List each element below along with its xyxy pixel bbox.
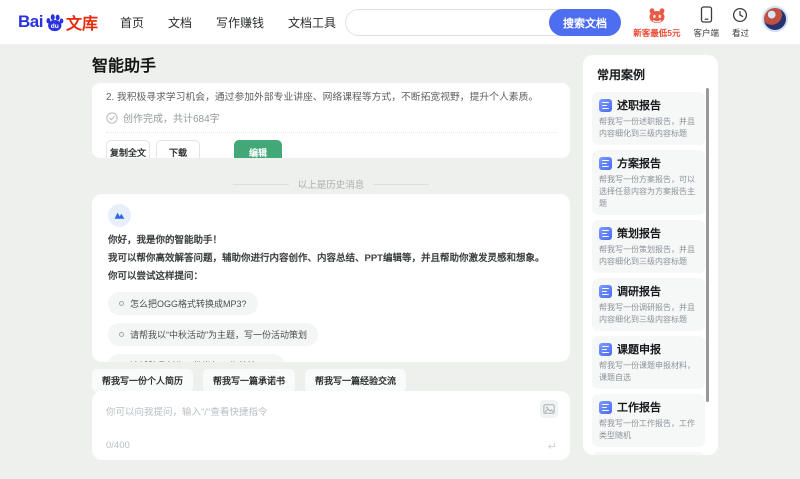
assistant-greeting-card: 你好，我是你的智能助手！ 我可以帮你高效解答问题，辅助你进行内容创作、内容总结、… [92, 194, 570, 362]
case-item-sixiang-huibao[interactable]: 思想汇报 帮我写一份思想汇报 [592, 452, 705, 455]
creation-status: 创作完成，共计684字 [106, 110, 556, 125]
new-user-promo[interactable]: 新客最低5元 [633, 4, 680, 39]
case-item-fangan-report[interactable]: 方案报告 帮我写一份方案报告，可以选择任意内容为方案报告主题 [592, 150, 705, 215]
promo-mascot-icon [647, 4, 667, 25]
client-app-entry[interactable]: 客户端 [693, 4, 719, 39]
clock-icon [732, 4, 748, 25]
document-icon [599, 284, 612, 298]
generated-text-excerpt: 2. 我积极寻求学习机会，通过参加外部专业讲座、网络课程等方式，不断拓宽视野，提… [106, 92, 539, 103]
divider-line-left [232, 183, 289, 185]
image-icon [543, 404, 555, 414]
top-navbar: Bai du 文库 首页 文档 写作赚钱 文档工具 更多 搜索文档 [0, 0, 800, 45]
document-icon [599, 342, 612, 356]
svg-text:du: du [51, 23, 59, 30]
suggested-prompt[interactable]: 怎么把OGG格式转换成MP3? [108, 292, 258, 315]
case-desc: 帮我写一份课题申报材料，课题自选 [599, 361, 695, 382]
check-circle-icon [106, 111, 118, 124]
case-desc: 帮我写一份工作报告，工作类型随机 [599, 419, 695, 440]
case-desc: 帮我写一份述职报告，并且内容细化到三级内容标题 [599, 117, 695, 138]
case-title: 方案报告 [617, 158, 661, 170]
search-docs-button[interactable]: 搜索文档 [549, 9, 621, 36]
common-cases-panel: 常用案例 述职报告 帮我写一份述职报告，并且内容细化到三级内容标题 方案报告 帮… [583, 55, 718, 455]
case-title: 策划报告 [617, 228, 661, 240]
prompt-text: 请辅助我创作一份半年工作总结PPT [130, 359, 274, 362]
client-label: 客户端 [693, 28, 719, 38]
sidebar-scrollbar[interactable] [706, 88, 709, 402]
bullet-circle-icon [119, 301, 124, 306]
result-actions: 复制全文 下载 编辑 [106, 140, 556, 158]
baidu-wenku-logo[interactable]: Bai du 文库 [18, 10, 98, 34]
suggested-prompt[interactable]: 请辅助我创作一份半年工作总结PPT [108, 354, 285, 362]
case-title: 调研报告 [617, 286, 661, 298]
document-icon [599, 156, 612, 170]
edit-button[interactable]: 编辑 [234, 140, 282, 158]
document-icon [599, 98, 612, 112]
message-input[interactable] [106, 407, 486, 418]
chip-resume[interactable]: 帮我写一份个人简历 [92, 369, 194, 392]
case-list: 述职报告 帮我写一份述职报告，并且内容细化到三级内容标题 方案报告 帮我写一份方… [592, 92, 705, 455]
wenku-ai-logo-icon [114, 212, 125, 219]
case-item-diaoyan-report[interactable]: 调研报告 帮我写一份调研报告，并且内容细化到三级内容标题 [592, 278, 705, 331]
nav-item-write-earn[interactable]: 写作赚钱 [216, 14, 264, 31]
suggested-prompt[interactable]: 请帮我以“中秋活动”为主题，写一份活动策划 [108, 323, 318, 346]
greeting-line-1: 你好，我是你的智能助手！ [108, 235, 223, 246]
copy-all-button[interactable]: 复制全文 [106, 140, 150, 158]
sidebar-title: 常用案例 [597, 68, 646, 82]
suggested-prompts: 怎么把OGG格式转换成MP3? 请帮我以“中秋活动”为主题，写一份活动策划 请辅… [108, 292, 554, 362]
search-input[interactable] [346, 16, 549, 29]
nav-item-home[interactable]: 首页 [120, 14, 144, 31]
document-icon [599, 226, 612, 240]
assistant-avatar [108, 204, 131, 227]
divider-line-right [373, 183, 430, 185]
nav-item-docs[interactable]: 文档 [168, 14, 192, 31]
history-divider: 以上是历史消息 [92, 177, 570, 191]
user-avatar[interactable] [762, 6, 788, 32]
page-title: 智能助手 [92, 58, 157, 75]
quick-action-chips: 帮我写一份个人简历 帮我写一篇承诺书 帮我写一篇经验交流 [92, 369, 407, 392]
case-item-gongzuo-report[interactable]: 工作报告 帮我写一份工作报告，工作类型随机 [592, 394, 705, 447]
logo-bai-text: Bai [18, 12, 43, 31]
bullet-circle-icon [119, 332, 124, 337]
greeting-line-3: 你可以尝试这样提问： [108, 271, 204, 282]
case-item-keti-shenbao[interactable]: 课题申报 帮我写一份课题申报材料，课题自选 [592, 336, 705, 389]
navbar-right-group: 新客最低5元 客户端 看过 [633, 4, 788, 39]
chip-commitment-letter[interactable]: 帮我写一篇承诺书 [203, 369, 296, 392]
history-divider-text: 以上是历史消息 [297, 180, 365, 191]
case-item-cehua-report[interactable]: 策划报告 帮我写一份策划报告，并且内容细化到三级内容标题 [592, 220, 705, 273]
enter-key-icon: ↵ [547, 441, 557, 453]
case-desc: 帮我写一份策划报告，并且内容细化到三级内容标题 [599, 245, 695, 266]
insert-image-button[interactable] [540, 400, 558, 418]
search-bar: 搜索文档 [345, 9, 621, 36]
app-window: Bai du 文库 首页 文档 写作赚钱 文档工具 更多 搜索文档 [0, 0, 800, 479]
nav-item-doc-tools[interactable]: 文档工具 [288, 14, 336, 31]
mobile-client-icon [699, 4, 714, 25]
history-result-card: 2. 我积极寻求学习机会，通过参加外部专业讲座、网络课程等方式，不断拓宽视野，提… [92, 83, 570, 158]
prompt-text: 请帮我以“中秋活动”为主题，写一份活动策划 [130, 330, 307, 340]
char-counter: 0/400 [106, 440, 130, 451]
case-desc: 帮我写一份调研报告，并且内容细化到三级内容标题 [599, 303, 695, 324]
viewed-history-entry[interactable]: 看过 [732, 4, 749, 39]
download-button[interactable]: 下载 [156, 140, 200, 158]
chip-experience-exchange[interactable]: 帮我写一篇经验交流 [305, 369, 407, 392]
case-item-shuzhi-report[interactable]: 述职报告 帮我写一份述职报告，并且内容细化到三级内容标题 [592, 92, 705, 145]
prompt-text: 怎么把OGG格式转换成MP3? [130, 299, 247, 309]
case-desc: 帮我写一份方案报告，可以选择任意内容为方案报告主题 [599, 175, 695, 208]
greeting-line-2: 我可以帮你高效解答问题，辅助你进行内容创作、内容总结、PPT编辑等，并且帮助你激… [108, 253, 545, 264]
dotted-divider [106, 132, 556, 133]
case-title: 课题申报 [617, 344, 661, 356]
case-title: 述职报告 [617, 100, 661, 112]
case-title: 工作报告 [617, 402, 661, 414]
viewed-label: 看过 [731, 28, 749, 38]
baidu-paw-icon: du [46, 13, 64, 31]
promo-label: 新客最低5元 [633, 28, 681, 38]
logo-wenku-text: 文库 [65, 16, 98, 33]
status-text: 创作完成，共计684字 [123, 114, 220, 125]
document-icon [599, 400, 612, 414]
message-input-card: 0/400 ↵ [92, 391, 570, 460]
